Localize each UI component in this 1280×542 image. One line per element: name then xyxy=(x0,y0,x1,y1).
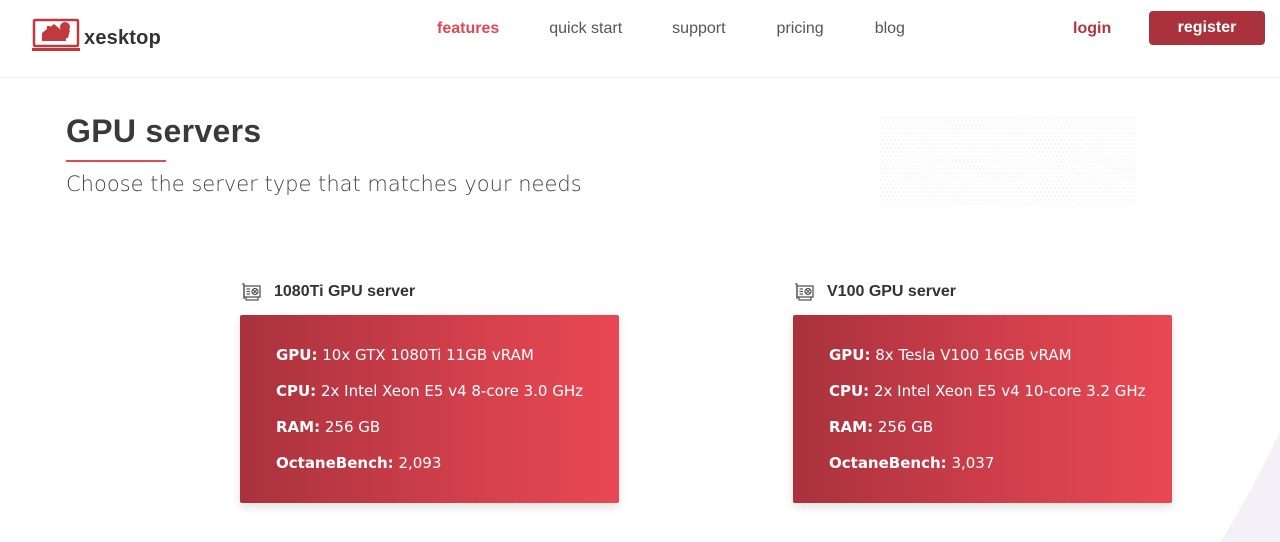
spec-key: GPU: xyxy=(829,346,871,364)
logo-text: xesktop xyxy=(84,26,161,49)
server-spec-card[interactable]: GPU: 8x Tesla V100 16GB vRAM CPU: 2x Int… xyxy=(793,315,1172,503)
gpu-card-icon xyxy=(795,283,814,301)
server-name: 1080Ti GPU server xyxy=(274,283,416,300)
server-name: V100 GPU server xyxy=(827,283,956,300)
background-watermark: ▒▒▒▒▒▒▒▒▒ ▒▒▒▒▒▒▒▒▒ xyxy=(880,115,1136,203)
spec-value: 10x GTX 1080Ti 11GB vRAM xyxy=(322,346,534,364)
server-v100: V100 GPU server GPU: 8x Tesla V100 16GB … xyxy=(793,280,1173,503)
spec-row-cpu: CPU: 2x Intel Xeon E5 v4 10-core 3.2 GHz xyxy=(829,381,1172,417)
spec-key: CPU: xyxy=(276,382,317,400)
corner-decoration xyxy=(1220,432,1280,542)
spec-row-ram: RAM: 256 GB xyxy=(829,417,1172,453)
page-title: GPU servers xyxy=(66,113,262,149)
spec-row-gpu: GPU: 10x GTX 1080Ti 11GB vRAM xyxy=(276,345,619,381)
spec-row-octanebench: OctaneBench: 2,093 xyxy=(276,453,619,489)
server-header: 1080Ti GPU server xyxy=(240,280,620,304)
title-underline xyxy=(66,160,166,162)
spec-key: GPU: xyxy=(276,346,318,364)
logo-link[interactable]: xesktop xyxy=(32,14,161,54)
login-link[interactable]: login xyxy=(1073,18,1111,40)
register-button[interactable]: register xyxy=(1149,11,1265,45)
spec-value: 2x Intel Xeon E5 v4 8-core 3.0 GHz xyxy=(320,382,584,400)
spec-row-octanebench: OctaneBench: 3,037 xyxy=(829,453,1172,489)
spec-value: 8x Tesla V100 16GB vRAM xyxy=(875,346,1072,364)
spec-row-gpu: GPU: 8x Tesla V100 16GB vRAM xyxy=(829,345,1172,381)
top-header: xesktop features quick start support pri… xyxy=(0,0,1280,78)
spec-value: 3,037 xyxy=(951,454,995,472)
spec-value: 256 GB xyxy=(324,418,381,436)
spec-row-cpu: CPU: 2x Intel Xeon E5 v4 8-core 3.0 GHz xyxy=(276,381,619,417)
server-header: V100 GPU server xyxy=(793,280,1173,304)
xesktop-logo-icon xyxy=(32,18,80,51)
spec-key: RAM: xyxy=(829,418,874,436)
nav-item-blog[interactable]: blog xyxy=(875,18,905,40)
spec-value: 2x Intel Xeon E5 v4 10-core 3.2 GHz xyxy=(873,382,1146,400)
spec-value: 256 GB xyxy=(877,418,934,436)
spec-key: OctaneBench: xyxy=(276,454,394,472)
nav-item-pricing[interactable]: pricing xyxy=(777,18,824,40)
spec-key: RAM: xyxy=(276,418,321,436)
nav-item-features[interactable]: features xyxy=(437,18,499,40)
server-1080ti: 1080Ti GPU server GPU: 10x GTX 1080Ti 11… xyxy=(240,280,620,503)
page-subtitle: Choose the server type that matches your… xyxy=(66,172,582,196)
nav-item-quick-start[interactable]: quick start xyxy=(549,18,622,40)
nav-item-support[interactable]: support xyxy=(672,18,725,40)
spec-key: CPU: xyxy=(829,382,870,400)
spec-value: 2,093 xyxy=(398,454,442,472)
spec-key: OctaneBench: xyxy=(829,454,947,472)
server-spec-card[interactable]: GPU: 10x GTX 1080Ti 11GB vRAM CPU: 2x In… xyxy=(240,315,619,503)
spec-row-ram: RAM: 256 GB xyxy=(276,417,619,453)
gpu-card-icon xyxy=(242,283,261,301)
main-nav: features quick start support pricing blo… xyxy=(437,18,905,40)
